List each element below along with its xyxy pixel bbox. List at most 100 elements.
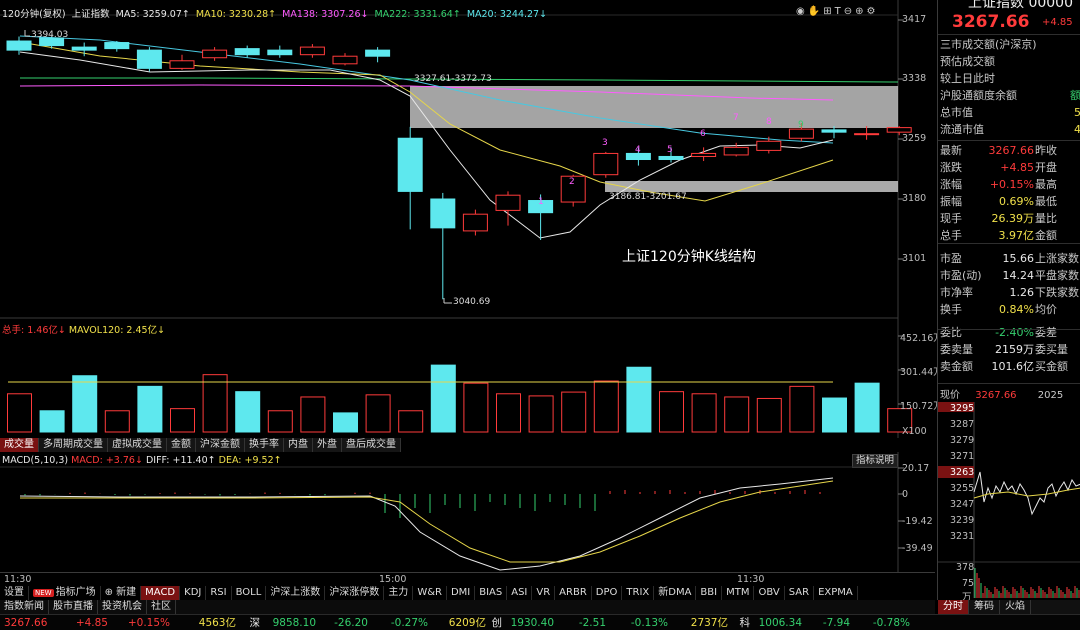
tab-virtual-volume[interactable]: 虚拟成交量	[108, 438, 167, 452]
tab-sh-sz-amount[interactable]: 沪深金额	[196, 438, 245, 452]
tab-sar[interactable]: SAR	[785, 586, 815, 600]
indicator-tabs: 设置 NEW 指标广场 ⊕ 新建 MACD KDJ RSI BOLL 沪深上涨数 …	[0, 586, 858, 600]
tab-dpo[interactable]: DPO	[592, 586, 623, 600]
quote-row: 委卖量 2159万委买量	[940, 341, 1080, 358]
mini-axis-7: 3247	[950, 499, 975, 510]
quote-label: 现手	[940, 212, 962, 225]
quote-label-2: 量比	[1035, 212, 1057, 225]
quote-label: 总手	[940, 229, 962, 242]
row-vs-yesterday: 较上日此时	[940, 72, 995, 85]
tab-asi[interactable]: ASI	[507, 586, 533, 600]
tab-dmi[interactable]: DMI	[447, 586, 476, 600]
cy-pct: -0.13%	[630, 616, 668, 629]
sh-change: +4.85	[75, 616, 108, 629]
volume-bar	[822, 397, 847, 433]
tab-arbr[interactable]: ARBR	[555, 586, 592, 600]
quote-label: 市净率	[940, 286, 973, 299]
eye-icon[interactable]: ◉	[796, 6, 805, 20]
cy-label: 创	[491, 617, 503, 629]
tab-index-news[interactable]: 指数新闻	[0, 600, 49, 614]
indicator-square-label: 指标广场	[55, 587, 96, 598]
ma138-value: MA138: 3307.26↓	[282, 9, 369, 20]
settings-icon[interactable]: ⚙	[866, 6, 875, 20]
kline-chart[interactable]	[0, 0, 935, 320]
tab-bbi[interactable]: BBI	[696, 586, 723, 600]
tab-volume[interactable]: 成交量	[0, 438, 39, 452]
quote-label-2: 上涨家数	[1035, 252, 1079, 265]
mini-price-label: 现价	[940, 390, 960, 401]
tab-outer[interactable]: 外盘	[313, 438, 342, 452]
tab-wr[interactable]: W&R	[413, 586, 447, 600]
tab-boll[interactable]: BOLL	[232, 586, 267, 600]
candle-down	[430, 198, 456, 229]
lower-zone-label: 3186.81-3201.67	[609, 192, 687, 202]
tab-opportunity[interactable]: 投资机会	[98, 600, 147, 614]
tab-up-count[interactable]: 沪深上涨数	[266, 586, 326, 600]
candle-down	[658, 155, 684, 161]
tab-multi-period-volume[interactable]: 多周期成交量	[39, 438, 108, 452]
tab-intraday[interactable]: 分时	[938, 600, 969, 614]
sz-amount: 6209亿	[448, 617, 486, 629]
tab-new-dma[interactable]: 新DMA	[654, 586, 697, 600]
tab-bias[interactable]: BIAS	[475, 586, 508, 600]
quote-row: 市盈 15.66上涨家数	[940, 250, 1080, 267]
mini-year: 2025	[1037, 390, 1064, 401]
tab-community[interactable]: 社区	[147, 600, 176, 614]
zoom-in-icon[interactable]: ⊕	[855, 6, 863, 20]
tab-expma[interactable]: EXPMA	[814, 586, 858, 600]
tab-macd[interactable]: MACD	[141, 586, 181, 600]
new-badge: NEW	[33, 589, 54, 597]
quote-label: 涨幅	[940, 178, 962, 191]
quote-label-2: 委差	[1035, 326, 1057, 339]
volume-bar	[365, 394, 391, 433]
tab-mtm[interactable]: MTM	[722, 586, 755, 600]
candle-up	[691, 152, 717, 157]
tab-rsi[interactable]: RSI	[206, 586, 232, 600]
quote-label-2: 金额	[1035, 229, 1057, 242]
tab-vr[interactable]: VR	[532, 586, 556, 600]
text-tool-icon[interactable]: T	[835, 6, 841, 20]
zoom-out-icon[interactable]: ⊖	[844, 6, 852, 20]
crosshair-icon[interactable]: ⊞	[823, 6, 831, 20]
mini-price: 3267.66	[975, 390, 1017, 401]
tab-kdj[interactable]: KDJ	[180, 586, 207, 600]
sz-price[interactable]: 9858.10	[260, 617, 316, 629]
candle-up	[854, 133, 880, 136]
sh-price[interactable]: 3267.66	[4, 617, 56, 629]
settings-tab[interactable]: 设置	[0, 586, 29, 600]
tab-main-force[interactable]: 主力	[384, 586, 414, 600]
period-label[interactable]: 120分钟(复权)	[2, 9, 66, 20]
tab-chips[interactable]: 筹码	[969, 600, 1000, 614]
quote-row: 最新 3267.66昨收	[940, 142, 1080, 159]
mini-header: 现价 3267.66 2025	[940, 386, 1080, 401]
kc-change: -7.94	[822, 616, 850, 629]
kc-price[interactable]: 1006.34	[750, 617, 802, 629]
chart-controls: ◉ ✋ ⊞ T ⊖ ⊕ ⚙	[796, 6, 875, 20]
tab-amount[interactable]: 金额	[167, 438, 196, 452]
tab-limit-up-count[interactable]: 沪深涨停数	[325, 586, 385, 600]
hand-icon[interactable]: ✋	[808, 6, 820, 20]
new-indicator-tab[interactable]: ⊕ 新建	[101, 586, 142, 600]
mini-chart-tabs: 分时 筹码 火焰	[938, 600, 1080, 614]
tab-inner[interactable]: 内盘	[284, 438, 313, 452]
tab-flame[interactable]: 火焰	[1000, 600, 1031, 614]
volume-bar	[854, 382, 880, 433]
tab-after-hours[interactable]: 盘后成交量	[342, 438, 401, 452]
tab-turnover[interactable]: 换手率	[245, 438, 284, 452]
tab-live[interactable]: 股市直播	[49, 600, 98, 614]
volume-bar	[430, 364, 456, 433]
quote-value: 1.26	[1009, 286, 1035, 299]
cy-price[interactable]: 1930.40	[502, 617, 554, 629]
sz-change: -26.20	[334, 616, 368, 629]
sz-pct: -0.27%	[390, 616, 428, 629]
volume-bar	[39, 410, 65, 433]
macd-axis-3: -19.42	[902, 516, 933, 527]
tab-trix[interactable]: TRIX	[622, 586, 655, 600]
indicator-square-tab[interactable]: NEW 指标广场	[29, 586, 101, 600]
count-label-6: 6	[700, 129, 706, 139]
index-name: 上证指数	[71, 9, 110, 20]
cy-change: -2.51	[578, 616, 606, 629]
quote-change: +4.85	[1042, 17, 1073, 28]
mini-vol-axis-2: 75	[962, 578, 975, 589]
tab-obv[interactable]: OBV	[754, 586, 785, 600]
